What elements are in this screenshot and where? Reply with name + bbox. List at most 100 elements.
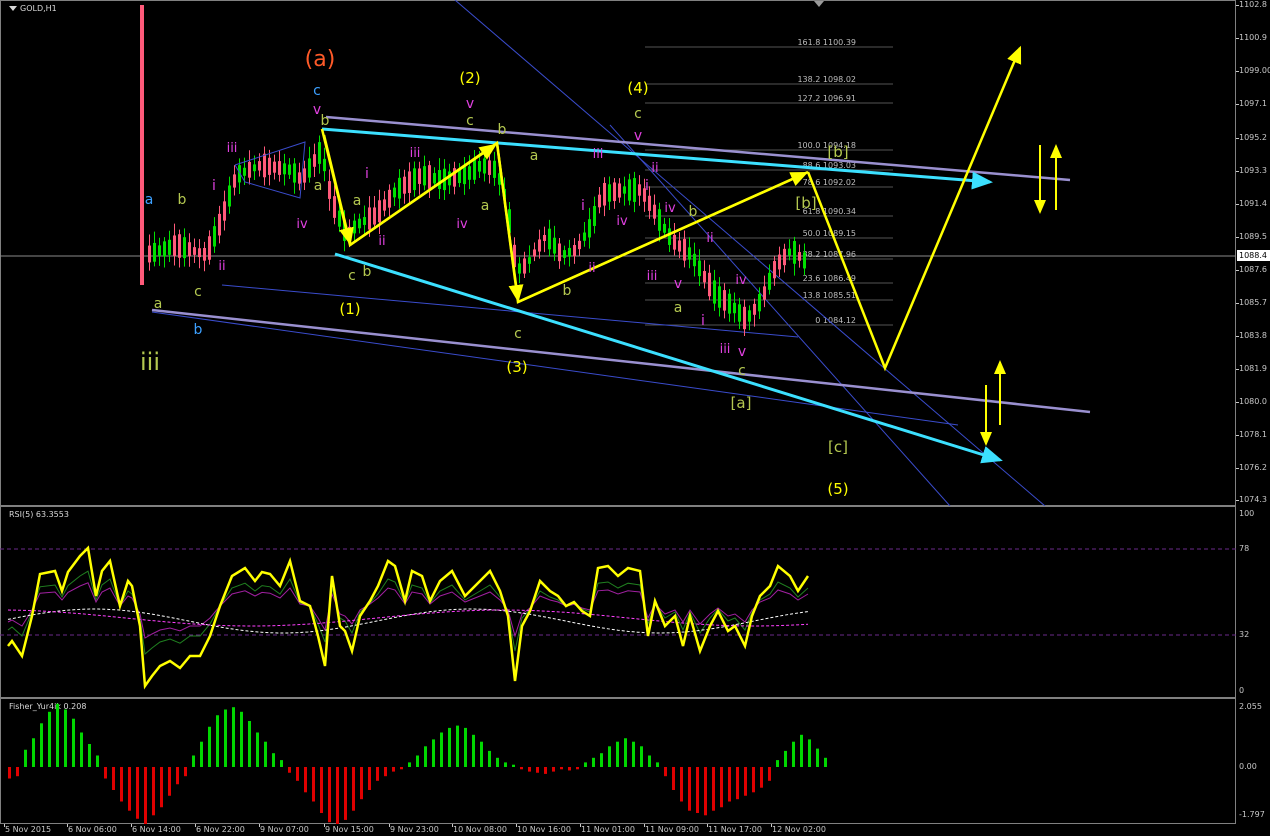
candle-body (678, 240, 681, 252)
fisher-histogram-bar (704, 767, 707, 816)
channel-lower-line (151, 308, 1091, 414)
fisher-histogram-bar (72, 718, 75, 767)
fisher-histogram-bar (736, 767, 739, 800)
fisher-histogram-bar (608, 746, 611, 767)
candle-body (353, 220, 356, 234)
wave-sublabel: iii (593, 147, 604, 162)
price-tick (1236, 435, 1239, 436)
fisher-histogram-bar (384, 767, 387, 777)
candle-body (578, 240, 581, 250)
fisher-histogram-bar (136, 767, 139, 819)
time-tick-label: 11 Nov 01:00 (581, 825, 635, 834)
price-tick-label: 1091.4 (1239, 199, 1267, 208)
fisher-histogram-bar (680, 767, 683, 802)
fisher-histogram-bar (432, 739, 435, 767)
fisher-histogram-bar (688, 767, 691, 811)
wave-sublabel: ii (378, 234, 385, 249)
candle-body (788, 248, 791, 256)
candle-body (653, 204, 656, 219)
time-tick-label: 11 Nov 09:00 (645, 825, 699, 834)
candle-body (608, 184, 611, 202)
candle-body (298, 172, 301, 184)
time-tick-label: 5 Nov 2015 (5, 825, 52, 834)
wave-sublabel: a (145, 192, 154, 208)
fisher-histogram-bar (424, 746, 427, 767)
fib-level-label: 0 1084.12 (815, 316, 856, 325)
time-tick (516, 824, 517, 827)
candle-body (148, 245, 151, 263)
price-tick (1236, 468, 1239, 469)
fisher-histogram-bar (272, 753, 275, 767)
candle-body (803, 252, 806, 269)
rsi-tick-label: 32 (1239, 630, 1250, 639)
price-tick-label: 1100.9 (1239, 33, 1267, 42)
wave-sublabel: b (498, 122, 507, 138)
time-tick (707, 824, 708, 827)
wave-sublabel: b (563, 283, 572, 299)
fisher-histogram-bar (536, 767, 539, 773)
candle-body (693, 253, 696, 267)
candle-body (683, 238, 686, 261)
candle-body (408, 171, 411, 193)
candle-body (273, 161, 276, 173)
time-axis[interactable]: 5 Nov 2015 6 Nov 06:00 6 Nov 14:00 6 Nov 22… (0, 824, 1236, 836)
candle-body (598, 194, 601, 208)
candle-body (228, 185, 231, 207)
candle-body (728, 293, 731, 314)
wave-sublabel: i (212, 178, 216, 194)
candle-body (733, 302, 736, 314)
candle-body (593, 206, 596, 226)
candle-body (158, 245, 161, 256)
wave-sublabel: c (348, 268, 356, 284)
rsi-chart-drawing (0, 545, 1236, 690)
price-tick-label: 1085.7 (1239, 298, 1267, 307)
candle-body (173, 235, 176, 256)
candle-body (418, 168, 421, 184)
time-tick-label: 9 Nov 15:00 (325, 825, 374, 834)
time-tick-label: 10 Nov 16:00 (517, 825, 571, 834)
fisher-histogram-bar (144, 767, 147, 824)
candle-body (188, 242, 191, 257)
fib-level-label: 38.2 1087.96 (803, 250, 856, 259)
fisher-histogram-bar (64, 709, 67, 767)
wave-label-b-bracket: [b] (795, 194, 816, 212)
candle-body (663, 223, 666, 233)
fisher-histogram-bar (88, 744, 91, 767)
time-tick-label: 9 Nov 07:00 (260, 825, 309, 834)
fisher-histogram-bar (544, 767, 547, 774)
fib-level-label: 13.8 1085.51 (803, 291, 856, 300)
wave-sublabel: c (514, 326, 522, 342)
price-tick-label: 1087.6 (1239, 265, 1267, 274)
fisher-histogram-bar (96, 755, 99, 767)
fisher-axis: 2.055 0.00 -1.797 (1236, 698, 1270, 824)
wave-sublabel: b (363, 264, 372, 280)
candle-body (638, 184, 641, 196)
wave-sublabel: c (194, 284, 202, 300)
fisher-histogram-bar (456, 725, 459, 767)
candle-body (613, 182, 616, 202)
price-tick-label: 1080.0 (1239, 397, 1267, 406)
candle-body (603, 182, 606, 206)
fisher-histogram-bar (584, 762, 587, 767)
time-tick (324, 824, 325, 827)
candle-body (393, 187, 396, 198)
wave-sublabel: iv (296, 217, 308, 232)
price-tick-label: 1076.2 (1239, 463, 1267, 472)
price-tick (1236, 171, 1239, 172)
wave-label-b-bracket: [b] (827, 143, 848, 161)
candle-body (793, 241, 796, 264)
price-tick-label: 1097.1 (1239, 99, 1267, 108)
fisher-histogram-bar (288, 767, 291, 773)
wave-label-iii-big: iii (140, 348, 160, 376)
fisher-histogram-bar (744, 767, 747, 796)
candle-body (303, 168, 306, 183)
candle-body (423, 166, 426, 186)
fisher-histogram-bar (392, 767, 395, 772)
fisher-histogram-bar (40, 723, 43, 767)
fisher-histogram-bar (648, 755, 651, 767)
candle-body (473, 159, 476, 180)
fisher-histogram-bar (232, 707, 235, 767)
wave-sublabel: iv (456, 217, 468, 232)
candle-body (763, 286, 766, 300)
wave-sublabel: iii (410, 146, 421, 161)
